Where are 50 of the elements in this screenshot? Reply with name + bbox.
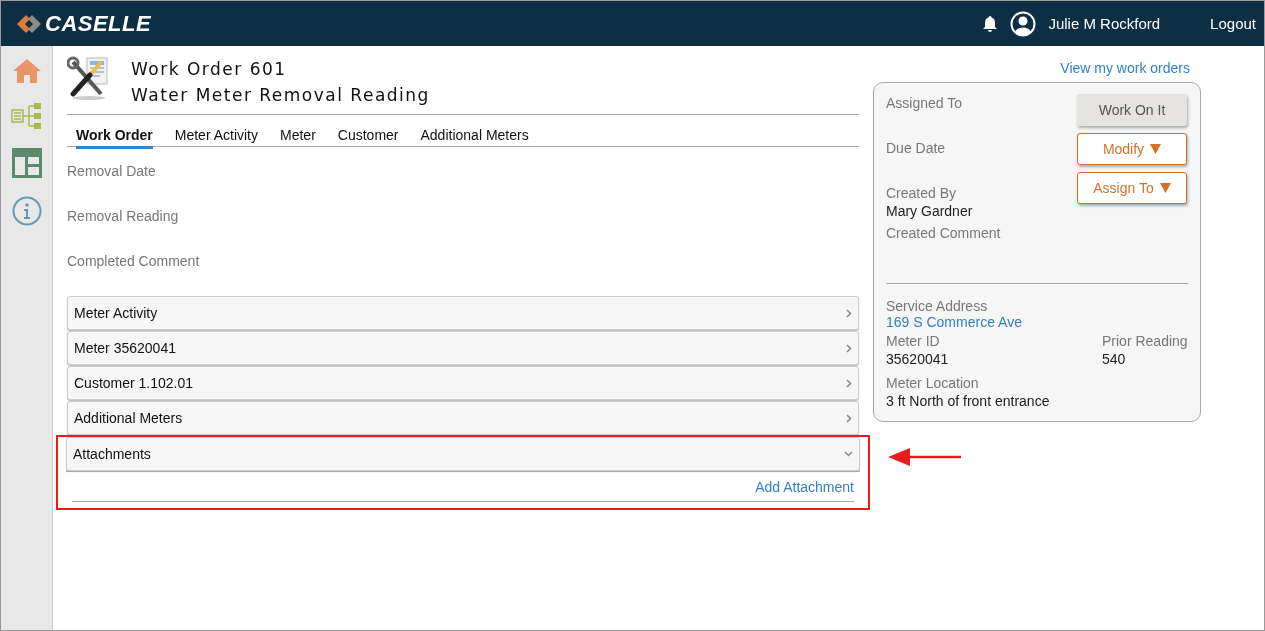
field-label: Prior Reading [1102, 333, 1188, 349]
section-header[interactable]: Meter Activity [67, 296, 859, 330]
field-value: 540 [1102, 351, 1126, 367]
field-label: Due Date [886, 140, 946, 158]
field-label: Assigned To [886, 95, 962, 113]
logout-link[interactable]: Logout [1210, 15, 1256, 32]
field-label: Service Address [886, 298, 988, 314]
section-title: Customer 1.102.01 [74, 375, 194, 391]
work-order-subtitle: Water Meter Removal Reading [131, 84, 430, 107]
caret-icon [1159, 183, 1171, 193]
field-value: 3 ft North of front entrance [886, 393, 1050, 409]
tab[interactable]: Additional Meters [420, 127, 529, 149]
layout-icon[interactable] [11, 148, 42, 178]
field-value: Mary Gardner [886, 203, 973, 219]
section-title: Meter 35620041 [74, 340, 176, 356]
field-label: Created Comment [886, 225, 1001, 241]
logo-icon [17, 13, 43, 34]
field-label: Meter ID [886, 333, 940, 349]
field-label: Completed Comment [67, 252, 200, 271]
info-icon[interactable] [11, 196, 42, 226]
work-on-it-button[interactable]: Work On It [1077, 94, 1187, 126]
section-title: Attachments [73, 446, 151, 462]
home-icon[interactable] [11, 58, 42, 84]
dropdown-button[interactable]: Modify [1077, 133, 1187, 165]
view-work-orders-link[interactable]: View my work orders [1060, 60, 1190, 76]
tab[interactable]: Meter [280, 127, 316, 149]
add-attachment-link[interactable]: Add Attachment [755, 479, 854, 495]
section-header[interactable]: Customer 1.102.01 [67, 366, 859, 400]
field-label: Removal Date [67, 162, 156, 181]
section-title: Meter Activity [74, 305, 158, 321]
tab[interactable]: Customer [337, 127, 399, 149]
hierarchy-icon[interactable] [10, 102, 43, 130]
work-order-title: Work Order 601 [131, 58, 288, 81]
user-avatar-icon[interactable] [1010, 10, 1037, 37]
tab[interactable]: Meter Activity [174, 127, 258, 149]
section-title: Additional Meters [74, 410, 183, 426]
field-label: Meter Location [886, 375, 979, 391]
section-header[interactable]: Additional Meters [67, 401, 859, 435]
bell-icon[interactable] [982, 14, 999, 33]
section-header[interactable]: Meter 35620041 [67, 331, 859, 365]
logo-text: CASELLE [45, 10, 152, 37]
field-value: 35620041 [886, 351, 949, 367]
user-name[interactable]: Julie M Rockford [1048, 15, 1161, 32]
tab[interactable]: Work Order [76, 127, 153, 149]
caret-icon [1150, 144, 1162, 154]
section-header[interactable]: Attachments [66, 437, 860, 471]
address-link[interactable]: 169 S Commerce Ave [886, 314, 1022, 330]
field-label: Created By [886, 185, 957, 201]
dropdown-button[interactable]: Assign To [1077, 172, 1187, 204]
field-label: Removal Reading [67, 207, 179, 226]
